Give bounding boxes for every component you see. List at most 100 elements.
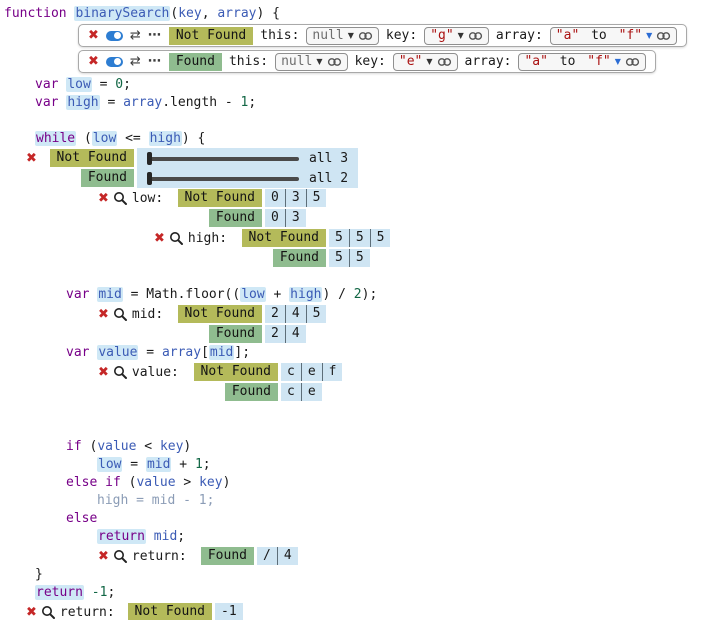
- code-line[interactable]: var low = 0;: [4, 76, 712, 94]
- code-token[interactable]: low: [240, 287, 265, 302]
- code-line[interactable]: return mid;: [4, 528, 712, 546]
- caret-down-icon[interactable]: ▼: [426, 58, 432, 66]
- code-line[interactable]: else: [4, 510, 712, 528]
- magnifier-icon[interactable]: [113, 191, 128, 206]
- link-icon[interactable]: [437, 57, 452, 67]
- code-line[interactable]: if (value < key): [4, 438, 712, 456]
- probe-value-cell: c: [281, 383, 301, 401]
- code-line[interactable]: else if (value > key): [4, 474, 712, 492]
- slider-track-bar: [147, 157, 299, 161]
- link-icon[interactable]: [625, 57, 640, 67]
- probe-values: 555: [329, 229, 390, 247]
- loop-slider-track[interactable]: [147, 152, 299, 165]
- example-badge-notfound[interactable]: Not Found: [242, 229, 326, 247]
- code-editor[interactable]: function binarySearch(key, array) { ✖ ⇄ ⋯ No…: [0, 0, 712, 620]
- example-badge-found[interactable]: Found: [273, 249, 326, 267]
- delete-probe-icon[interactable]: ✖: [98, 365, 109, 380]
- code-token[interactable]: binarySearch: [74, 6, 170, 21]
- delete-probe-icon[interactable]: ✖: [154, 231, 165, 246]
- code-line[interactable]: var value = array[mid];: [4, 344, 712, 362]
- loop-slider: all 3: [137, 148, 358, 168]
- badge-column: Found: [172, 325, 262, 343]
- code-token[interactable]: high: [66, 95, 99, 110]
- link-icon[interactable]: [656, 31, 671, 41]
- code-line[interactable]: function binarySearch(key, array) {: [4, 5, 712, 23]
- code-line[interactable]: return -1;: [4, 584, 712, 602]
- code-token[interactable]: high: [289, 287, 322, 302]
- example-badge-found[interactable]: Found: [209, 209, 262, 227]
- magnifier-icon[interactable]: [113, 365, 128, 380]
- example-badge-notfound[interactable]: Not Found: [178, 189, 262, 207]
- caret-down-icon[interactable]: ▼: [646, 32, 652, 40]
- code-token[interactable]: return: [35, 585, 84, 600]
- magnifier-icon[interactable]: [113, 307, 128, 322]
- link-icon[interactable]: [358, 31, 373, 41]
- key-value-dropdown[interactable]: "g"▼: [424, 27, 489, 45]
- example-badge-notfound[interactable]: Not Found: [194, 363, 278, 381]
- more-options-icon[interactable]: ⋯: [148, 54, 162, 69]
- code-token[interactable]: low: [92, 131, 117, 146]
- link-icon[interactable]: [468, 31, 483, 41]
- loop-slider-handle[interactable]: [147, 152, 152, 165]
- delete-probe-icon[interactable]: ✖: [98, 191, 109, 206]
- this-value-dropdown[interactable]: null▼: [275, 53, 347, 71]
- magnifier-icon[interactable]: [113, 549, 128, 564]
- example-badge-found[interactable]: Found: [225, 383, 278, 401]
- code-token[interactable]: return: [97, 529, 146, 544]
- probe-values: 24: [265, 325, 306, 343]
- example-badge-found[interactable]: Found: [81, 169, 134, 187]
- caret-down-icon[interactable]: ▼: [615, 58, 621, 66]
- this-value-dropdown[interactable]: null▼: [306, 27, 378, 45]
- swap-arrows-icon[interactable]: ⇄: [130, 28, 141, 43]
- visibility-toggle[interactable]: [106, 31, 123, 41]
- code-line[interactable]: var high = array.length - 1;: [4, 94, 712, 112]
- code-token: =: [92, 77, 115, 92]
- badge-column: Found: [46, 169, 134, 187]
- badge-column: Not Found: [46, 149, 134, 167]
- example-badge-notfound[interactable]: Not Found: [178, 305, 262, 323]
- swap-arrows-icon[interactable]: ⇄: [130, 54, 141, 69]
- delete-probe-icon[interactable]: ✖: [98, 307, 109, 322]
- key-value-dropdown[interactable]: "e"▼: [393, 53, 458, 71]
- code-token: var: [35, 77, 66, 92]
- link-icon[interactable]: [327, 57, 342, 67]
- code-token[interactable]: high: [149, 131, 182, 146]
- code-token[interactable]: mid: [209, 345, 234, 360]
- magnifier-icon[interactable]: [169, 231, 184, 246]
- example-badge-found[interactable]: Found: [201, 547, 254, 565]
- caret-down-icon[interactable]: ▼: [348, 32, 354, 40]
- magnifier-icon[interactable]: [41, 605, 56, 620]
- more-options-icon[interactable]: ⋯: [148, 28, 162, 43]
- delete-probe-icon[interactable]: ✖: [98, 549, 109, 564]
- toggle-knob: [114, 58, 121, 65]
- example-badge-found[interactable]: Found: [169, 53, 222, 71]
- code-line[interactable]: }: [4, 566, 712, 584]
- caret-down-icon[interactable]: ▼: [458, 32, 464, 40]
- code-token[interactable]: mid: [97, 287, 122, 302]
- code-token[interactable]: low: [66, 77, 91, 92]
- visibility-toggle[interactable]: [106, 57, 123, 67]
- code-line[interactable]: low = mid + 1;: [4, 456, 712, 474]
- array-value-dropdown[interactable]: "a" to "f"▼: [550, 27, 677, 45]
- code-token[interactable]: low: [97, 457, 122, 472]
- delete-probe-icon[interactable]: ✖: [26, 605, 37, 620]
- delete-probe-icon[interactable]: ✖: [26, 151, 37, 166]
- example-badge-notfound[interactable]: Not Found: [50, 149, 134, 167]
- code-line[interactable]: high = mid - 1;: [4, 492, 712, 510]
- probe-value-cell: c: [281, 363, 301, 381]
- array-value-dropdown[interactable]: "a" to "f"▼: [518, 53, 645, 71]
- example-badge-found[interactable]: Found: [209, 325, 262, 343]
- loop-slider-handle[interactable]: [147, 172, 152, 185]
- loop-iterations-label: all 3: [309, 151, 348, 166]
- code-line[interactable]: while (low <= high) {: [4, 130, 712, 148]
- example-badge-notfound[interactable]: Not Found: [128, 603, 212, 620]
- delete-example-icon[interactable]: ✖: [88, 28, 99, 43]
- code-token[interactable]: while: [35, 131, 76, 146]
- code-line[interactable]: var mid = Math.floor((low + high) / 2);: [4, 286, 712, 304]
- loop-slider-track[interactable]: [147, 172, 299, 185]
- code-token[interactable]: value: [97, 345, 138, 360]
- example-badge-notfound[interactable]: Not Found: [169, 27, 253, 45]
- delete-example-icon[interactable]: ✖: [88, 54, 99, 69]
- code-token[interactable]: mid: [146, 457, 171, 472]
- caret-down-icon[interactable]: ▼: [316, 58, 322, 66]
